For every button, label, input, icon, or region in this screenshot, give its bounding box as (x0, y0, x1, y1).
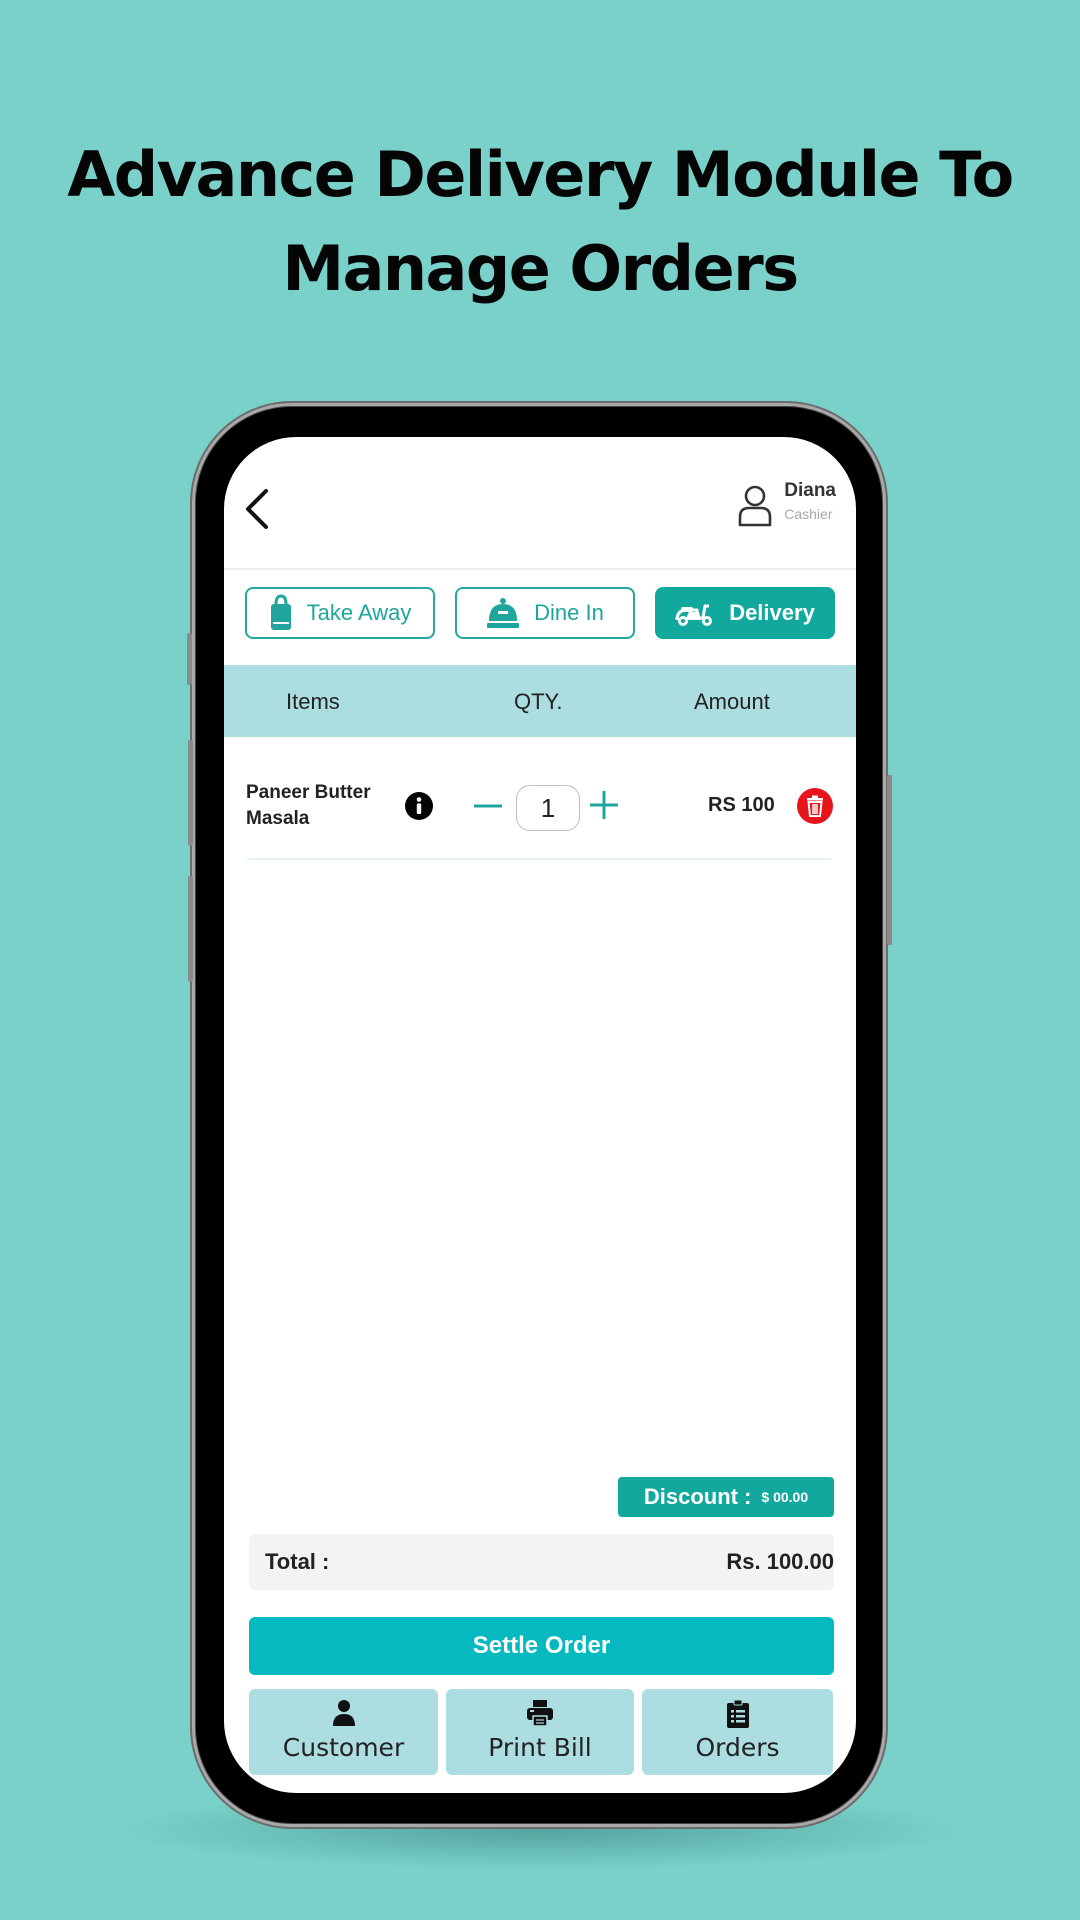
print-bill-label: Print Bill (488, 1733, 592, 1762)
customer-button[interactable]: Customer (249, 1689, 438, 1775)
user-profile[interactable]: Diana Cashier (736, 479, 836, 535)
dine-in-label: Dine In (534, 600, 604, 625)
orders-label: Orders (695, 1733, 780, 1762)
table-row: Paneer Butter Masala 1 RS 100 (224, 757, 856, 857)
bottom-actions: Customer Print Bill Orders (249, 1689, 834, 1777)
take-away-label: Take Away (306, 600, 412, 625)
column-amount: Amount (694, 689, 770, 714)
discount-button[interactable]: Discount : $ 00.00 (618, 1477, 834, 1517)
trash-icon[interactable] (796, 787, 834, 825)
phone-side-button-mute (187, 633, 192, 685)
promo-headline: Advance Delivery Module To Manage Orders (0, 128, 1080, 316)
order-mode-selector: Take Away Dine In Delivery (245, 587, 835, 639)
column-items: Items (286, 689, 340, 714)
food-cloche-icon (487, 598, 520, 628)
top-bar: Diana Cashier (224, 437, 856, 570)
take-away-button[interactable]: Take Away (245, 587, 435, 639)
orders-button[interactable]: Orders (642, 1689, 833, 1775)
delivery-label: Delivery (729, 600, 815, 625)
back-button[interactable] (238, 481, 278, 537)
total-label: Total : (265, 1549, 330, 1574)
delivery-button[interactable]: Delivery (655, 587, 835, 639)
user-name: Diana (784, 480, 836, 501)
phone-side-button-power (887, 775, 892, 945)
chevron-left-icon (246, 489, 268, 529)
row-divider (246, 858, 832, 860)
phone-side-button-volume-down (188, 876, 193, 982)
quantity-input[interactable]: 1 (516, 785, 580, 831)
item-amount: RS 100 (708, 794, 775, 816)
item-name: Paneer Butter Masala (246, 782, 371, 829)
phone-side-button-volume-up (188, 740, 193, 846)
shopping-bag-icon (270, 594, 291, 630)
discount-value: $ 00.00 (761, 1489, 809, 1505)
headline-line-2: Manage Orders (282, 232, 799, 305)
scooter-icon (675, 604, 713, 626)
increase-quantity-button[interactable] (588, 789, 620, 821)
printer-icon (527, 1700, 553, 1727)
dine-in-button[interactable]: Dine In (455, 587, 635, 639)
headline-line-1: Advance Delivery Module To (67, 138, 1014, 211)
header-divider (224, 568, 856, 570)
user-outline-icon (738, 485, 772, 527)
discount-label: Discount : (643, 1484, 752, 1509)
print-bill-button[interactable]: Print Bill (446, 1689, 634, 1775)
total-bar: Total : Rs. 100.00 (249, 1534, 834, 1590)
customer-label: Customer (282, 1733, 405, 1762)
column-qty: QTY. (514, 689, 563, 714)
total-value: Rs. 100.00 (726, 1549, 834, 1574)
settle-order-button[interactable]: Settle Order (249, 1617, 834, 1675)
order-table-header: Items QTY. Amount (224, 665, 856, 737)
clipboard-list-icon (726, 1699, 749, 1728)
user-role: Cashier (784, 506, 833, 522)
person-icon (332, 1700, 355, 1726)
app-screen: Diana Cashier Take Away Dine In Delivery… (224, 437, 856, 1793)
info-icon[interactable] (404, 791, 434, 821)
decrease-quantity-button[interactable] (472, 791, 504, 821)
